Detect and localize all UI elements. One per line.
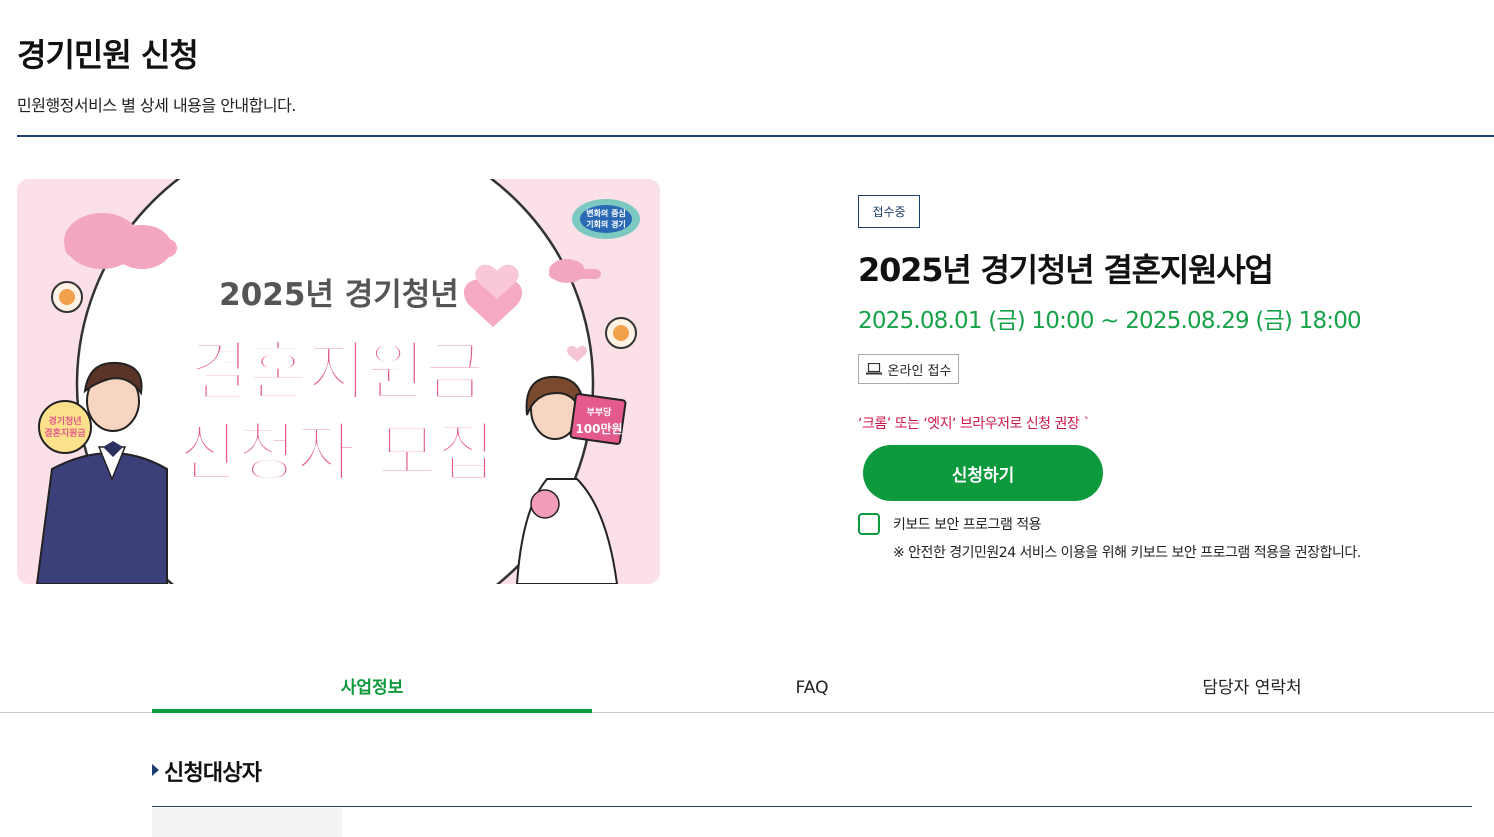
application-period: 2025.08.01 (금) 10:00 ~ 2025.08.29 (금) 18…	[858, 308, 1362, 334]
tab-faq[interactable]: FAQ	[592, 662, 1032, 713]
sign-right-line-1: 부부당	[587, 406, 613, 418]
application-method-label: 온라인 접수	[887, 363, 952, 379]
browser-notice: ‘크롬’ 또는 ‘엣지‘ 브라우저로 신청 권장 `	[858, 416, 1090, 432]
logo-line-1: 변화의 중심	[586, 208, 626, 218]
service-title: 2025년 경기청년 결혼지원사업	[858, 251, 1274, 289]
tab-business-info[interactable]: 사업정보	[152, 662, 592, 713]
keyboard-security-label[interactable]: 키보드 보안 프로그램 적용	[893, 514, 1042, 534]
application-method-tag: 온라인 접수	[858, 354, 959, 384]
service-banner-image: 변화의 중심 기회의 경기 2025년 경기청년 결혼지원금 신청자 모집 경기…	[17, 179, 660, 584]
page-header: 경기민원 신청 민원행정서비스 별 상세 내용을 안내합니다.	[17, 30, 1494, 137]
sign-left-line-1: 경기청년	[48, 415, 81, 427]
keyboard-security-note: ※ 안전한 경기민원24 서비스 이용을 위해 키보드 보안 프로그램 적용을 …	[893, 545, 1361, 561]
status-badge: 접수중	[858, 195, 920, 228]
banner-headline-line-3: 신청자 모집	[179, 417, 496, 491]
logo-line-2: 기회의 경기	[586, 219, 626, 229]
sign-right	[569, 393, 627, 445]
page-title: 경기민원 신청	[17, 36, 199, 74]
apply-button[interactable]: 신청하기	[863, 445, 1103, 501]
keyboard-security-checkbox[interactable]	[858, 513, 880, 535]
sign-left-line-2: 결혼지원금	[44, 427, 86, 439]
table-header-cell	[152, 808, 342, 837]
section-arrow-icon	[152, 764, 159, 776]
coin-inner-right	[613, 325, 629, 341]
keyboard-security-row: 키보드 보안 프로그램 적용	[858, 513, 1042, 535]
sign-right-line-2: 100만원	[575, 421, 622, 436]
page-subtitle: 민원행정서비스 별 상세 내용을 안내합니다.	[17, 96, 296, 115]
tab-contact[interactable]: 담당자 연락처	[1032, 662, 1472, 713]
section-title: 신청대상자	[164, 761, 262, 786]
sign-left	[38, 400, 92, 454]
banner-headline-line-2: 결혼지원금	[190, 336, 484, 410]
section-header: 신청대상자	[152, 755, 1472, 807]
laptop-icon	[865, 363, 882, 375]
coin-inner	[59, 289, 75, 305]
content-tabs: 사업정보 FAQ 담당자 연락처	[0, 662, 1494, 713]
banner-headline-line-1: 2025년 경기청년	[219, 277, 459, 313]
banner-illustration: 변화의 중심 기회의 경기 2025년 경기청년 결혼지원금 신청자 모집 경기…	[17, 179, 660, 584]
